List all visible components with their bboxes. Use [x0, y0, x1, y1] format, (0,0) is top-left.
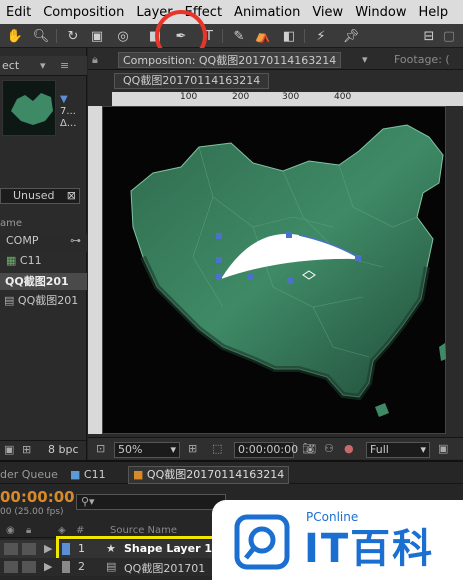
expand-triangle-icon[interactable]: ▶: [44, 560, 52, 573]
c11-tab[interactable]: ■ C11: [70, 468, 106, 481]
thumb-marker-icon: ▼: [60, 94, 68, 105]
magnification-dropdown[interactable]: 50% ▾: [114, 442, 180, 458]
grid-overlay-icon[interactable]: ⊞: [188, 442, 197, 455]
layer-number-header: #: [76, 525, 85, 536]
render-queue-tab[interactable]: der Queue: [0, 468, 58, 481]
composition-tab[interactable]: Composition: QQ截图20170114163214: [118, 52, 342, 68]
map-thumbnail-icon: [11, 93, 53, 125]
timeline-search-input[interactable]: ⚲▾: [76, 494, 226, 510]
search-logo-icon: [234, 514, 290, 570]
project-item-c11[interactable]: ▦ C11: [0, 254, 87, 272]
layer-number: 2: [78, 560, 85, 573]
composition-subtab[interactable]: QQ截图20170114163214: [114, 73, 270, 89]
audio-toggle[interactable]: [22, 561, 36, 573]
interpret-footage-icon[interactable]: ▣: [4, 443, 14, 456]
magnification-value: 50%: [118, 443, 143, 456]
ruler-tick-label: 200: [232, 92, 250, 102]
footage-layer-icon: ▤: [106, 560, 117, 573]
project-item-label: COMP: [6, 234, 39, 247]
search-icon: ⚲▾: [81, 495, 95, 508]
label-color-swatch[interactable]: [62, 561, 70, 573]
qq-comp-tab[interactable]: ■ QQ截图20170114163214: [128, 466, 290, 484]
c11-tab-label: C11: [83, 468, 106, 481]
timeline-current-time[interactable]: 00:00:00: [0, 488, 75, 506]
logo-text: IT百科: [304, 526, 435, 572]
label-column-icon[interactable]: ◈: [58, 525, 66, 536]
comp-color-icon: ■: [70, 468, 81, 481]
ruler-tick-label: 400: [334, 92, 352, 102]
timecode-value: 0:00:00:00: [238, 443, 299, 456]
project-tab-label: ect: [2, 59, 20, 72]
resolution-dropdown[interactable]: Full ▾: [366, 442, 430, 458]
unused-label: Unused: [13, 189, 55, 202]
snapshot-icon[interactable]: 📷︎: [302, 442, 316, 455]
comp-color-icon: ■: [133, 468, 144, 481]
project-thumbnail: [2, 80, 56, 136]
new-folder-icon[interactable]: ⊞: [22, 443, 31, 456]
current-time-field[interactable]: 0:00:00:00: [234, 442, 298, 458]
project-item-comp-folder[interactable]: COMP ⊶: [0, 234, 87, 252]
flowchart-icon[interactable]: ⊶: [70, 234, 81, 247]
bit-depth-button[interactable]: 8 bpc: [48, 443, 79, 456]
pconline-watermark: PConline IT百科: [212, 500, 463, 580]
show-snapshot-icon[interactable]: ⚇: [324, 442, 334, 455]
lock-icon[interactable]: 🔒︎: [92, 50, 98, 69]
brand-name: PConline: [306, 510, 359, 524]
footage-icon: ▤: [4, 294, 15, 307]
timeline-tabs: der Queue ■ C11 ■ QQ截图20170114163214: [0, 466, 463, 484]
project-tab[interactable]: ect ▾ ≡: [0, 56, 87, 76]
composition-icon: ▦: [6, 254, 17, 267]
audio-toggle[interactable]: [22, 543, 36, 555]
search-unused-field[interactable]: Unused ⊠: [0, 188, 80, 204]
visibility-toggle[interactable]: [4, 543, 18, 555]
project-panel: ect ▾ ≡ ▼ 7... Δ... Unused ⊠ ame COMP ⊶ …: [0, 48, 87, 460]
project-item-label: C11: [19, 254, 42, 267]
visibility-toggle[interactable]: [4, 561, 18, 573]
project-item-label: QQ截图201: [17, 294, 79, 307]
tab-menu-icon[interactable]: ▾: [362, 50, 368, 69]
region-of-interest-icon[interactable]: ▣: [438, 442, 448, 455]
ruler-tick-label: 100: [180, 92, 198, 102]
project-item-qq-image[interactable]: ▤ QQ截图201: [0, 292, 87, 310]
horizontal-ruler: 100 200 300 400: [112, 92, 463, 106]
eye-icon[interactable]: ◉: [6, 525, 15, 536]
footage-tab[interactable]: Footage: (: [394, 50, 450, 69]
chevron-down-icon: ▾: [420, 443, 426, 456]
thumb-info-line-1: 7...: [60, 106, 76, 117]
vertical-ruler: [88, 106, 102, 434]
thumbnail-info: ▼ 7... Δ...: [60, 94, 76, 130]
expand-triangle-icon[interactable]: ▶: [44, 542, 52, 555]
ruler-tick-label: 300: [282, 92, 300, 102]
composition-tab-label: Composition: QQ截图20170114163214: [123, 54, 337, 67]
composition-viewer[interactable]: [102, 106, 446, 434]
close-icon[interactable]: ≡: [60, 56, 69, 75]
qq-comp-tab-label: QQ截图20170114163214: [146, 468, 285, 481]
thumb-info-line-2: Δ...: [60, 118, 77, 129]
project-item-label: QQ截图201: [5, 275, 69, 288]
name-column-header[interactable]: ame: [0, 218, 87, 232]
source-name-header[interactable]: Source Name: [110, 525, 177, 536]
tab-menu-icon[interactable]: ▾: [40, 56, 46, 75]
mask-visibility-icon[interactable]: ⬚: [212, 442, 222, 455]
china-map-image: [130, 124, 446, 417]
layer-name[interactable]: QQ截图201701: [124, 560, 205, 576]
resolution-value: Full: [370, 443, 389, 456]
always-preview-icon[interactable]: ⊡: [96, 442, 105, 455]
project-item-qq-comp[interactable]: QQ截图201: [0, 273, 87, 290]
chevron-down-icon: ▾: [170, 443, 176, 456]
composition-tabs: 🔒︎ Composition: QQ截图20170114163214 ▾ Foo…: [88, 50, 463, 70]
project-footer: ▣ ⊞ 8 bpc: [0, 440, 87, 458]
channel-icon[interactable]: ●: [344, 442, 354, 455]
clear-search-icon[interactable]: ⊠: [67, 189, 76, 203]
lock-column-icon[interactable]: 🔒︎: [26, 525, 31, 536]
frame-rate-label: 00 (25.00 fps): [0, 507, 64, 517]
viewer-controls: ⊡ 50% ▾ ⊞ ⬚ 0:00:00:00 📷︎ ⚇ ● Full ▾ ▣: [88, 437, 463, 459]
composition-subtab-label: QQ截图20170114163214: [123, 74, 261, 87]
